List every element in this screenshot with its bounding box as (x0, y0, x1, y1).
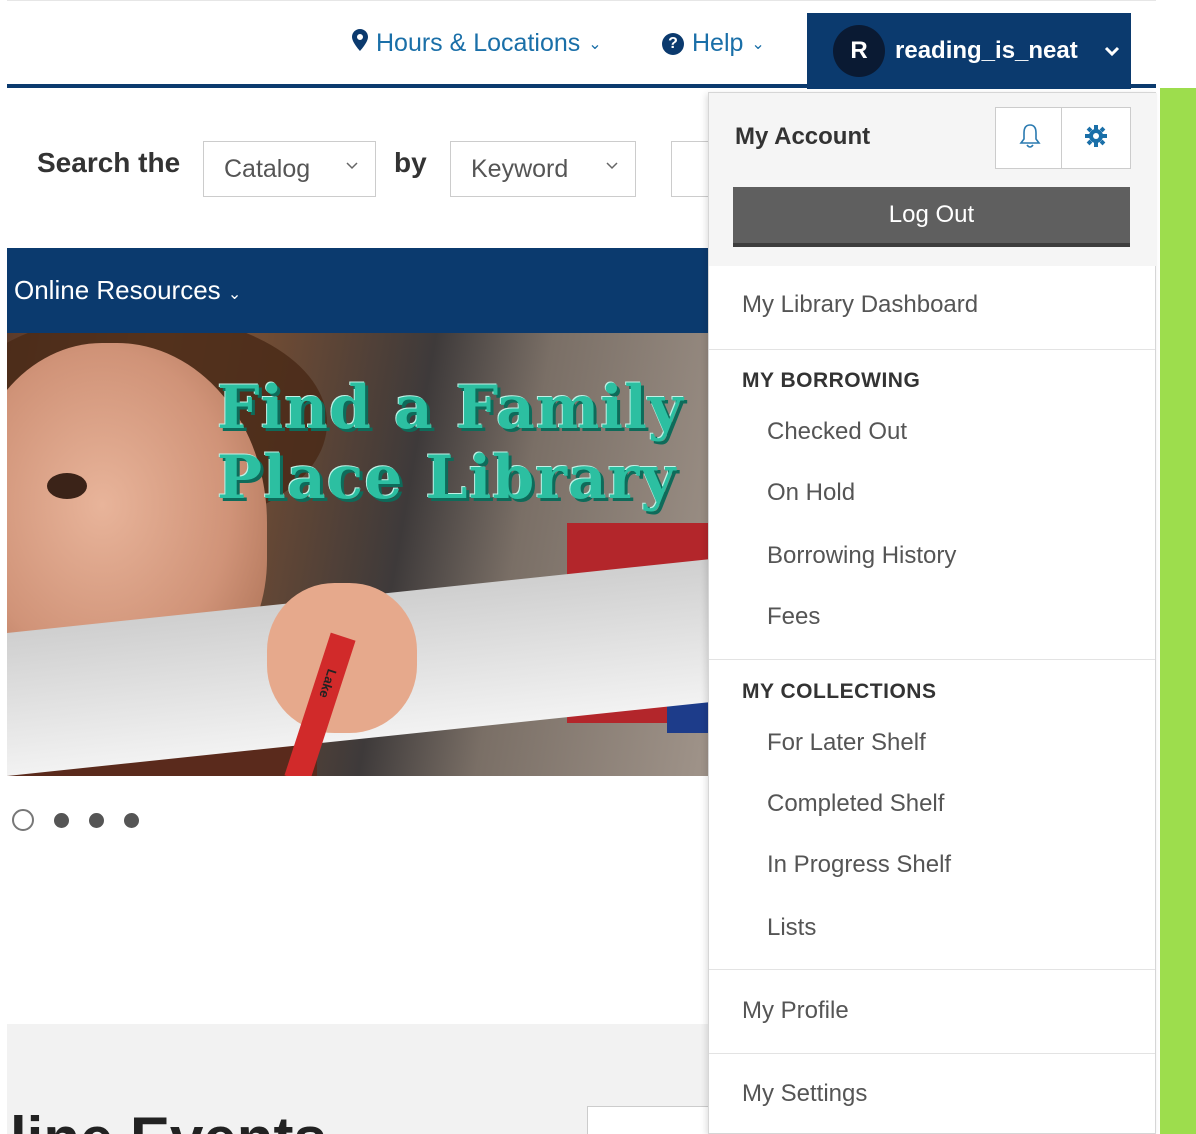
chevron-down-icon (605, 158, 619, 174)
search-type-select[interactable]: Keyword (450, 141, 636, 197)
username-label: reading_is_neat (895, 37, 1078, 64)
notifications-button[interactable] (995, 107, 1065, 169)
menu-divider (709, 349, 1155, 350)
chevron-down-icon: ⌄ (227, 286, 242, 303)
user-account-button[interactable]: R reading_is_neat (807, 13, 1131, 89)
menu-item-fees[interactable]: Fees (767, 603, 820, 631)
carousel-dots (12, 809, 139, 831)
carousel-dot[interactable] (124, 812, 139, 828)
menu-item-borrowing-history[interactable]: Borrowing History (767, 542, 956, 570)
search-input[interactable] (671, 141, 711, 197)
settings-button[interactable] (1061, 107, 1131, 169)
menu-item-for-later-shelf[interactable]: For Later Shelf (767, 729, 926, 757)
chevron-down-icon: ⌄ (588, 35, 602, 53)
nav-online-resources[interactable]: Online Resources ⌄ (14, 275, 241, 306)
events-filter-box[interactable] (587, 1106, 717, 1134)
gear-icon (1085, 124, 1107, 152)
menu-header: My Account Log Out (709, 93, 1157, 266)
question-circle-icon: ? (662, 32, 684, 55)
account-dropdown-menu: My Account Log Out My Library Dashboard … (708, 92, 1157, 1134)
menu-item-in-progress-shelf[interactable]: In Progress Shelf (767, 851, 951, 879)
menu-item-lists[interactable]: Lists (767, 914, 816, 942)
chevron-down-icon (345, 158, 359, 174)
hero-title-line2: Place Library (217, 443, 677, 513)
menu-title: My Account (735, 123, 871, 150)
menu-divider (709, 969, 1155, 970)
carousel-dot[interactable] (89, 812, 104, 828)
hero-banner[interactable]: Lake Find a Family Place Library (7, 333, 710, 776)
crayon-label: Lake (316, 667, 340, 700)
eye-shape (47, 473, 87, 499)
menu-item-completed-shelf[interactable]: Completed Shelf (767, 790, 944, 818)
menu-item-settings[interactable]: My Settings (742, 1080, 867, 1108)
bell-icon (1019, 123, 1041, 154)
catalog-select-value: Catalog (224, 154, 311, 183)
menu-item-dashboard[interactable]: My Library Dashboard (742, 291, 978, 319)
menu-divider (709, 659, 1155, 660)
search-type-value: Keyword (471, 154, 569, 183)
carousel-dot[interactable] (54, 812, 69, 828)
menu-item-on-hold[interactable]: On Hold (767, 479, 855, 507)
avatar: R (833, 25, 885, 77)
nav-online-resources-label: Online Resources (14, 275, 221, 305)
chevron-down-icon (1104, 41, 1120, 62)
menu-item-checked-out[interactable]: Checked Out (767, 418, 907, 446)
hero-title: Find a Family Place Library (217, 373, 684, 513)
menu-divider (709, 1053, 1155, 1054)
help-link[interactable]: ? Help ⌄ (662, 29, 765, 58)
menu-section-borrowing: MY BORROWING (742, 369, 921, 392)
catalog-select[interactable]: Catalog (203, 141, 376, 197)
menu-item-profile[interactable]: My Profile (742, 997, 849, 1025)
by-label: by (394, 147, 427, 178)
logout-button[interactable]: Log Out (733, 187, 1130, 247)
top-bar: Hours & Locations ⌄ ? Help ⌄ R reading_i… (7, 0, 1156, 89)
map-pin-icon (352, 29, 368, 58)
help-label: Help (692, 29, 744, 57)
hours-locations-link[interactable]: Hours & Locations ⌄ (352, 29, 602, 58)
hours-locations-label: Hours & Locations (376, 29, 581, 57)
accent-strip (1160, 88, 1196, 1134)
search-prefix-label: Search the (37, 147, 181, 178)
chevron-down-icon: ⌄ (751, 35, 765, 53)
menu-section-collections: MY COLLECTIONS (742, 680, 937, 703)
events-heading: line Events (10, 1104, 327, 1134)
carousel-dot[interactable] (12, 809, 34, 831)
hero-title-line1: Find a Family (217, 373, 684, 443)
right-edge (1156, 0, 1160, 88)
